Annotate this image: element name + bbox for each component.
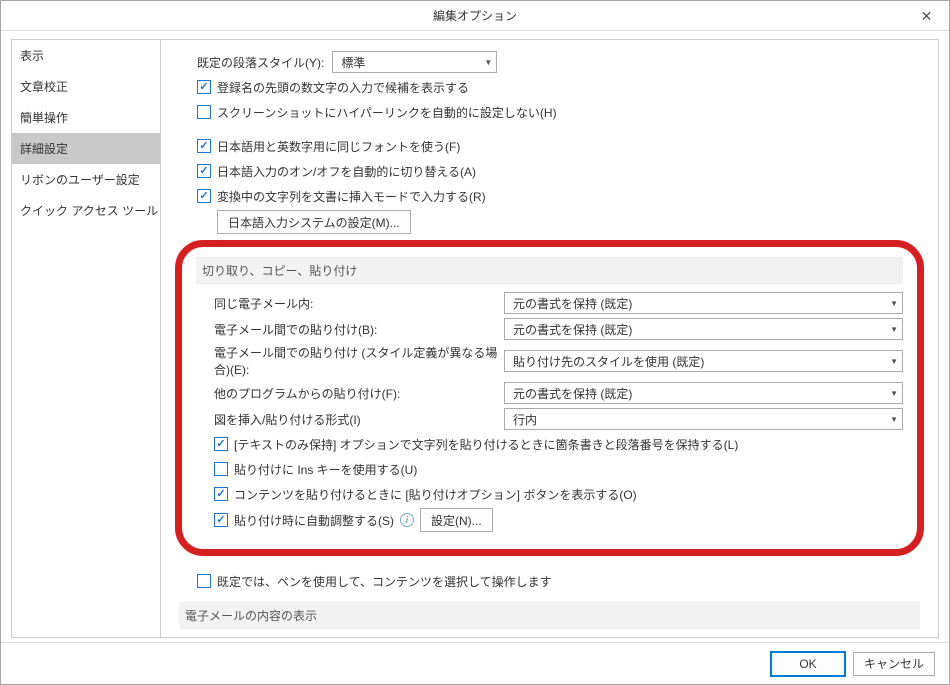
sidebar-item-advanced[interactable]: 詳細設定 (12, 133, 160, 164)
row-same-font[interactable]: 日本語用と英数字用に同じフォントを使う(F) (197, 135, 920, 157)
section-header-ccp: 切り取り、コピー、貼り付け (196, 257, 903, 284)
checkbox-insert-mode[interactable] (197, 189, 211, 203)
label-paste-options-btn: コンテンツを貼り付けるときに [貼り付けオプション] ボタンを表示する(O) (234, 486, 637, 503)
sidebar-item-ribbon[interactable]: リボンのユーザー設定 (12, 164, 160, 195)
chevron-down-icon: ▼ (484, 58, 492, 67)
cancel-button[interactable]: キャンセル (853, 652, 935, 676)
row-candidates[interactable]: 登録名の先頭の数文字の入力で候補を表示する (197, 76, 920, 98)
checkbox-pen-select[interactable] (197, 574, 211, 588)
checkbox-candidates[interactable] (197, 80, 211, 94)
dropdown-between-email[interactable]: 元の書式を保持 (既定) ▼ (504, 318, 903, 340)
checkbox-smart-paste[interactable] (214, 513, 228, 527)
chevron-down-icon: ▼ (890, 325, 898, 334)
row-screenshot-hyperlink[interactable]: スクリーンショットにハイパーリンクを自動的に設定しない(H) (197, 101, 920, 123)
dropdown-same-email[interactable]: 元の書式を保持 (既定) ▼ (504, 292, 903, 314)
dialog-window: 編集オプション ✕ 表示 文章校正 簡単操作 詳細設定 リボンのユーザー設定 ク… (0, 0, 950, 685)
label-insert-mode: 変換中の文字列を文書に挿入モードで入力する(R) (217, 188, 486, 205)
label-default-style: 既定の段落スタイル(Y): (197, 54, 324, 71)
row-ime-auto[interactable]: 日本語入力のオン/オフを自動的に切り替える(A) (197, 160, 920, 182)
button-ime-settings[interactable]: 日本語入力システムの設定(M)... (217, 210, 411, 234)
dropdown-other-program[interactable]: 元の書式を保持 (既定) ▼ (504, 382, 903, 404)
chevron-down-icon: ▼ (890, 389, 898, 398)
label-pen-select: 既定では、ペンを使用して、コンテンツを選択して操作します (217, 573, 552, 590)
dropdown-between-email-style[interactable]: 貼り付け先のスタイルを使用 (既定) ▼ (504, 350, 903, 372)
row-default-style: 既定の段落スタイル(Y): 標準 ▼ (197, 51, 920, 73)
sidebar-item-quickaccess[interactable]: クイック アクセス ツール バー (12, 195, 160, 226)
ok-button[interactable]: OK (771, 652, 845, 676)
chevron-down-icon: ▼ (890, 299, 898, 308)
label-keep-bullet: [テキストのみ保持] オプションで文字列を貼り付けるときに箇条書きと段落番号を保… (234, 436, 738, 453)
content-pane: 既定の段落スタイル(Y): 標準 ▼ 登録名の先頭の数文字の入力で候補を表示する… (161, 39, 939, 638)
checkbox-keep-bullet[interactable] (214, 437, 228, 451)
row-paste-options-btn[interactable]: コンテンツを貼り付けるときに [貼り付けオプション] ボタンを表示する(O) (214, 483, 903, 505)
info-icon[interactable]: i (400, 513, 414, 527)
row-ins-key[interactable]: 貼り付けに Ins キーを使用する(U) (214, 458, 903, 480)
category-sidebar: 表示 文章校正 簡単操作 詳細設定 リボンのユーザー設定 クイック アクセス ツ… (11, 39, 161, 638)
checkbox-ime-auto[interactable] (197, 164, 211, 178)
section-header-email-display: 電子メールの内容の表示 (179, 602, 920, 629)
checkbox-ins-key[interactable] (214, 462, 228, 476)
checkbox-same-font[interactable] (197, 139, 211, 153)
chevron-down-icon: ▼ (890, 415, 898, 424)
highlight-cut-copy-paste: 切り取り、コピー、貼り付け 同じ電子メール内: 元の書式を保持 (既定) ▼ 電… (175, 240, 924, 556)
window-title: 編集オプション (433, 7, 517, 24)
row-pen-select[interactable]: 既定では、ペンを使用して、コンテンツを選択して操作します (197, 570, 920, 592)
chevron-down-icon: ▼ (890, 357, 898, 366)
label-same-email: 同じ電子メール内: (214, 295, 504, 312)
label-same-font: 日本語用と英数字用に同じフォントを使う(F) (217, 138, 460, 155)
label-between-email-style: 電子メール間での貼り付け (スタイル定義が異なる場合)(E): (214, 344, 504, 378)
label-ins-key: 貼り付けに Ins キーを使用する(U) (234, 461, 417, 478)
label-other-program: 他のプログラムからの貼り付け(F): (214, 385, 504, 402)
label-image-insert: 図を挿入/貼り付ける形式(I) (214, 411, 504, 428)
close-button[interactable]: ✕ (904, 1, 949, 31)
close-icon: ✕ (921, 8, 933, 25)
row-keep-bullet[interactable]: [テキストのみ保持] オプションで文字列を貼り付けるときに箇条書きと段落番号を保… (214, 433, 903, 455)
sidebar-item-display[interactable]: 表示 (12, 40, 160, 71)
sidebar-item-proofing[interactable]: 文章校正 (12, 71, 160, 102)
dialog-footer: OK キャンセル (1, 642, 949, 684)
label-screenshot-hyperlink: スクリーンショットにハイパーリンクを自動的に設定しない(H) (217, 104, 557, 121)
label-smart-paste: 貼り付け時に自動調整する(S) (234, 512, 394, 529)
titlebar: 編集オプション ✕ (1, 1, 949, 31)
sidebar-item-ease[interactable]: 簡単操作 (12, 102, 160, 133)
dropdown-default-style[interactable]: 標準 ▼ (332, 51, 497, 73)
label-between-email: 電子メール間での貼り付け(B): (214, 321, 504, 338)
content-scroll[interactable]: 既定の段落スタイル(Y): 標準 ▼ 登録名の先頭の数文字の入力で候補を表示する… (161, 40, 938, 637)
label-candidates: 登録名の先頭の数文字の入力で候補を表示する (217, 79, 469, 96)
row-insert-mode[interactable]: 変換中の文字列を文書に挿入モードで入力する(R) (197, 185, 920, 207)
label-ime-auto: 日本語入力のオン/オフを自動的に切り替える(A) (217, 163, 476, 180)
checkbox-paste-options-btn[interactable] (214, 487, 228, 501)
button-paste-settings[interactable]: 設定(N)... (420, 508, 493, 532)
dialog-body: 表示 文章校正 簡単操作 詳細設定 リボンのユーザー設定 クイック アクセス ツ… (1, 31, 949, 642)
checkbox-screenshot-hyperlink[interactable] (197, 105, 211, 119)
row-smart-paste: 貼り付け時に自動調整する(S) i 設定(N)... (214, 508, 903, 532)
dropdown-image-insert[interactable]: 行内 ▼ (504, 408, 903, 430)
